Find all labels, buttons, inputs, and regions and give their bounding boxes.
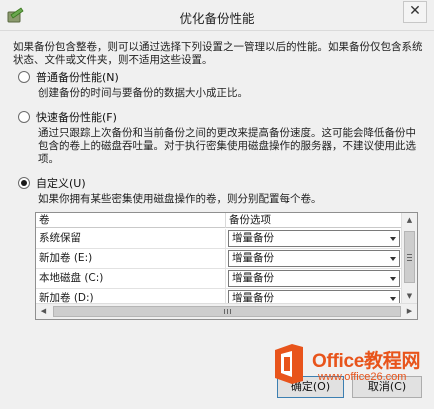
vertical-scrollbar[interactable]: ▲ ▼ <box>401 213 417 304</box>
office-logo-icon <box>275 344 303 384</box>
horizontal-scrollbar[interactable]: ◀ ▶ <box>36 303 417 319</box>
scroll-down-icon[interactable]: ▼ <box>402 289 417 304</box>
backup-option-value: 增量备份 <box>232 272 274 284</box>
horizontal-scroll-thumb[interactable] <box>53 306 401 317</box>
radio-custom[interactable]: 自定义(U) <box>18 176 86 190</box>
column-header-backup-option[interactable]: 备份选项 <box>226 213 402 228</box>
chevron-down-icon <box>390 257 396 261</box>
radio-normal-label: 普通备份性能(N) <box>36 71 119 84</box>
radio-normal-indicator[interactable] <box>18 71 30 83</box>
dialog-body: 如果备份包含整卷，则可以通过选择下列设置之一管理以后的性能。如果备份仅包含系统状… <box>0 31 434 409</box>
backup-option-value: 增量备份 <box>232 232 274 244</box>
intro-description: 如果备份包含整卷，则可以通过选择下列设置之一管理以后的性能。如果备份仅包含系统状… <box>13 41 423 66</box>
fast-performance-description: 通过只跟踪上次备份和当前备份之间的更改来提高备份速度。这可能会降低备份中包含的卷… <box>38 127 416 165</box>
custom-description: 如果你拥有某些密集使用磁盘操作的卷，则分别配置每个卷。 <box>38 193 322 205</box>
volume-name-cell: 本地磁盘 (C:) <box>36 269 226 289</box>
watermark-brand: Office教程网 <box>312 351 421 372</box>
radio-custom-indicator[interactable] <box>18 177 30 189</box>
scroll-left-icon[interactable]: ◀ <box>36 304 51 319</box>
grid-body: 系统保留 增量备份 新加卷 (E:) 增量备份 本地磁盘 (C:) 增量备份 新… <box>36 229 402 309</box>
backup-option-select[interactable]: 增量备份 <box>228 270 400 287</box>
column-header-volume[interactable]: 卷 <box>36 213 226 228</box>
table-row: 系统保留 增量备份 <box>36 229 402 249</box>
radio-normal-performance[interactable]: 普通备份性能(N) <box>18 70 119 84</box>
radio-fast-label: 快速备份性能(F) <box>36 111 117 124</box>
close-button[interactable]: ✕ <box>403 1 427 23</box>
backup-option-value: 增量备份 <box>232 252 274 264</box>
chevron-down-icon <box>390 277 396 281</box>
chevron-down-icon <box>390 237 396 241</box>
grid-header: 卷 备份选项 <box>36 213 402 228</box>
watermark-url: www.office26.com <box>318 371 407 383</box>
window-title: 优化备份性能 <box>179 11 255 26</box>
radio-fast-performance[interactable]: 快速备份性能(F) <box>18 110 117 124</box>
normal-performance-description: 创建备份的时间与要备份的数据大小成正比。 <box>38 87 248 99</box>
volume-name-cell: 新加卷 (E:) <box>36 249 226 269</box>
title-bar: 优化备份性能 ✕ <box>0 0 434 31</box>
table-row: 新加卷 (E:) 增量备份 <box>36 249 402 269</box>
scroll-up-icon[interactable]: ▲ <box>402 213 417 228</box>
chevron-down-icon <box>390 297 396 301</box>
scroll-right-icon[interactable]: ▶ <box>402 304 417 319</box>
volume-grid: 卷 备份选项 系统保留 增量备份 新加卷 (E:) 增量备份 本地磁盘 (C:)… <box>35 212 418 320</box>
volume-name-cell: 系统保留 <box>36 229 226 249</box>
backup-option-select[interactable]: 增量备份 <box>228 230 400 247</box>
table-row: 本地磁盘 (C:) 增量备份 <box>36 269 402 289</box>
radio-custom-label: 自定义(U) <box>36 177 86 190</box>
vertical-scroll-thumb[interactable] <box>404 231 415 283</box>
backup-option-select[interactable]: 增量备份 <box>228 250 400 267</box>
radio-fast-indicator[interactable] <box>18 111 30 123</box>
